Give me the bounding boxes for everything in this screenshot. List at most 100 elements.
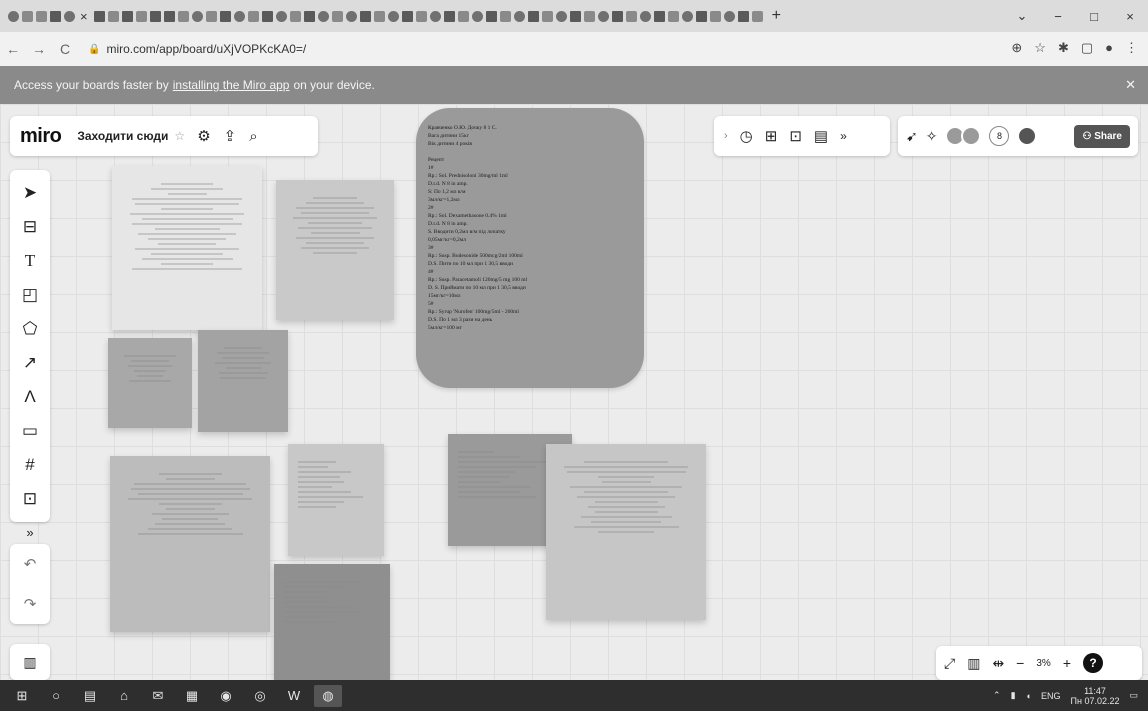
tab-favicon[interactable] [149,10,161,22]
board-title[interactable]: Заходити сюди [77,129,168,143]
sticky-note[interactable] [274,564,390,680]
prescription-card[interactable]: Кравченко О.Ю. Дочку 8 1 С. Вага дитини … [416,108,644,388]
tab-favicon[interactable] [555,10,567,22]
tab-favicon[interactable] [247,10,259,22]
frames-panel-icon[interactable]: ▥ [10,644,50,680]
browser-menu-icon[interactable]: ⋮ [1125,40,1138,56]
more-chevron-icon[interactable]: » [840,129,847,143]
chevron-up-icon[interactable]: ⌃ [993,690,1001,701]
tab-favicon[interactable] [22,10,33,22]
search-icon[interactable]: ○ [42,685,70,707]
connection-line-icon[interactable]: ↗ [23,346,37,380]
clock[interactable]: 11:47 Пн 07.02.22 [1071,686,1120,706]
tab-favicon[interactable] [205,10,217,22]
notes-icon[interactable]: ▤ [814,127,828,145]
tab-favicon[interactable] [50,10,61,22]
tab-favicon[interactable] [737,10,749,22]
fullscreen-icon[interactable]: ⤢ [944,655,955,672]
pen-icon[interactable]: Λ [24,380,35,414]
tab-favicon[interactable] [541,10,553,22]
redo-icon[interactable]: ↷ [24,595,37,613]
sticky-note[interactable] [108,338,192,428]
tab-favicon[interactable] [93,10,105,22]
tab-favicon[interactable] [261,10,273,22]
sticky-note[interactable] [110,456,270,632]
tab-favicon[interactable] [513,10,525,22]
templates-icon[interactable]: ⊟ [23,210,37,244]
map-icon[interactable]: ▥ [967,655,980,672]
windows-start-icon[interactable]: ⊞ [8,685,36,707]
tab-favicon[interactable] [751,10,763,22]
board-canvas[interactable]: Кравченко О.Ю. Дочку 8 1 С. Вага дитини … [0,104,1148,680]
tab-favicon[interactable] [485,10,497,22]
tab-favicon[interactable] [499,10,511,22]
install-app-link[interactable]: installing the Miro app [173,78,290,92]
tab-favicon[interactable] [653,10,665,22]
new-tab-button[interactable]: + [772,7,781,25]
bookmark-star-icon[interactable]: ☆ [1034,40,1046,56]
notifications-icon[interactable]: ▭ [1129,690,1138,701]
tab-favicon[interactable] [639,10,651,22]
tab-favicon[interactable] [191,10,203,22]
avatar[interactable] [961,126,982,146]
search-icon[interactable]: ⌕ [249,128,257,145]
tab-favicon[interactable] [373,10,385,22]
tab-favicon[interactable] [443,10,455,22]
comment-icon[interactable]: ⊡ [789,127,802,145]
translate-icon[interactable]: ⊕ [1011,40,1022,56]
tab-favicon[interactable] [135,10,147,22]
settings-gear-icon[interactable]: ⚙ [197,127,210,145]
url-field[interactable]: 🔒 miro.com/app/board/uXjVOPKcKA0=/ [88,42,306,56]
tab-layout-icon[interactable]: ▢ [1081,40,1093,56]
reload-icon[interactable]: C [52,41,78,57]
tab-favicon[interactable] [583,10,595,22]
select-cursor-icon[interactable]: ➤ [23,176,37,210]
minimize-button[interactable]: − [1040,9,1076,24]
store-icon[interactable]: ⌂ [110,685,138,707]
tab-favicon[interactable] [527,10,539,22]
close-icon[interactable]: ✕ [1125,77,1136,93]
volume-icon[interactable]: ◖ [1026,691,1031,701]
chrome-icon[interactable]: ◍ [314,684,342,707]
sticky-note-icon[interactable]: ◰ [22,278,38,312]
tab-favicon[interactable] [303,10,315,22]
collaborator-count-badge[interactable]: 8 [989,126,1010,146]
tab-favicon[interactable] [387,10,399,22]
sticky-note[interactable] [546,444,706,620]
extensions-icon[interactable]: ✱ [1058,40,1069,56]
share-button[interactable]: ⚇ Share [1074,124,1130,148]
tab-search-icon[interactable]: ⌄ [1004,8,1040,24]
chevron-right-icon[interactable]: › [724,130,728,142]
word-icon[interactable]: W [280,685,308,707]
tab-favicon[interactable] [457,10,469,22]
tab-favicon[interactable] [331,10,343,22]
back-arrow-icon[interactable]: ← [0,41,26,57]
close-window-button[interactable]: × [1112,9,1148,24]
tab-favicon[interactable] [625,10,637,22]
taskbar-app-icon[interactable]: ▦ [178,685,206,707]
sticky-note[interactable] [112,166,262,330]
tab-favicon[interactable] [723,10,735,22]
cursor-icon[interactable]: ➹ [906,128,918,145]
miro-logo[interactable]: miro [20,125,62,148]
avatar[interactable] [1017,126,1038,146]
tab-favicon[interactable] [359,10,371,22]
star-icon[interactable]: ☆ [174,129,185,143]
tab-favicon[interactable] [569,10,581,22]
text-tool-icon[interactable]: T [25,244,35,278]
tab-favicon[interactable] [219,10,231,22]
tab-close-icon[interactable]: × [80,9,88,24]
profile-icon[interactable]: ● [1105,40,1113,56]
tab-favicon[interactable] [64,10,75,22]
tab-favicon[interactable] [163,10,175,22]
zoom-level[interactable]: 3% [1036,658,1050,669]
fit-to-screen-icon[interactable]: ⇹ [992,655,1004,672]
tab-favicon[interactable] [275,10,287,22]
frame-icon[interactable]: # [25,448,34,482]
tab-favicon[interactable] [695,10,707,22]
shapes-icon[interactable]: ⬠ [23,312,38,346]
tab-favicon[interactable] [471,10,483,22]
sticky-note[interactable] [276,180,394,320]
tab-favicon[interactable] [429,10,441,22]
upload-icon[interactable]: ⊡ [23,482,37,516]
